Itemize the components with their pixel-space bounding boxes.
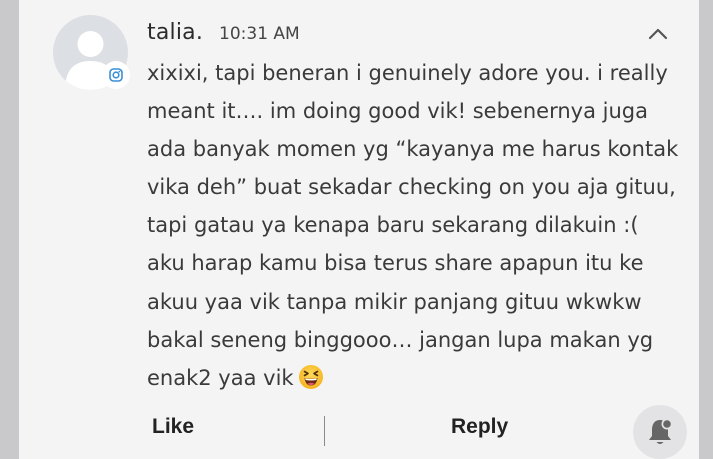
comment-message: xixixi, tapi beneran i genuinely adore y… [147,54,687,402]
message-line: xixixi, tapi beneran i genuinely adore y… [147,61,668,85]
reply-button[interactable]: Reply [451,415,508,439]
like-button[interactable]: Like [152,415,194,439]
collapse-button[interactable] [641,20,675,48]
message-line: aku harap kamu bisa terus share apapun i… [147,251,644,276]
comment-header: talia. 10:31 AM [147,20,300,48]
action-divider [324,416,325,446]
message-line: tapi gatau ya kenapa baru sekarang dilak… [147,213,639,238]
message-line: akuu yaa vik tanpa mikir panjang gituu w… [147,289,642,314]
timestamp: 10:31 AM [219,24,300,44]
comment-card: talia. 10:31 AM xixixi, tapi beneran i g… [19,0,699,459]
instagram-icon [109,68,123,82]
laughing-face-emoji-icon [298,364,324,402]
instagram-badge [102,61,130,89]
bell-icon [649,418,673,444]
message-line: ada banyak momen yg “kayanya me harus ko… [147,137,679,162]
message-line: bakal seneng binggooo… jangan lupa makan… [147,327,654,352]
notification-button[interactable] [633,405,687,459]
author-name[interactable]: talia. [147,20,203,45]
message-line: meant it…. im doing good vik! sebenernya… [147,99,648,124]
chevron-up-icon [648,28,668,40]
message-line: enak2 yaa vik [147,365,294,390]
message-line: vika deh” buat sekadar checking on you a… [147,175,676,200]
message-line-last: enak2 yaa vik [147,359,687,402]
